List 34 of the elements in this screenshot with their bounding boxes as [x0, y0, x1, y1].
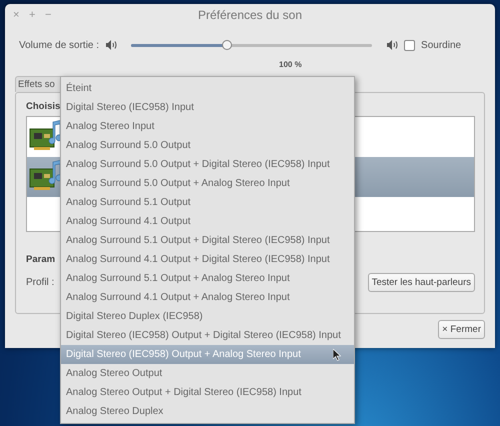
- menu-item[interactable]: Analog Surround 5.1 Output: [61, 193, 354, 212]
- volume-label: Volume de sortie :: [19, 40, 100, 50]
- volume-mark: 100 %: [279, 60, 302, 69]
- menu-item[interactable]: Analog Stereo Input: [61, 117, 354, 136]
- section-heading: Param: [26, 254, 56, 265]
- window-control[interactable]: ×: [13, 9, 29, 21]
- window-control[interactable]: −: [45, 9, 61, 21]
- menu-item[interactable]: Digital Stereo (IEC958) Output + Analog Stereo Input: [61, 345, 354, 364]
- menu-item[interactable]: Analog Surround 5.1 Output + Analog Stereo Input: [61, 269, 354, 288]
- profile-label: Profil :: [26, 277, 54, 288]
- mute-label: Sourdine: [421, 40, 462, 50]
- menu-item[interactable]: Analog Surround 4.1 Output: [61, 212, 354, 231]
- menu-item[interactable]: Digital Stereo Duplex (IEC958): [61, 307, 354, 326]
- menu-item[interactable]: Digital Stereo (IEC958) Input: [61, 98, 354, 117]
- menu-item[interactable]: Analog Surround 5.0 Output + Analog Stereo Input: [61, 174, 354, 193]
- menu-item[interactable]: Analog Surround 4.1 Output + Analog Stereo Input: [61, 288, 354, 307]
- menu-item[interactable]: Analog Stereo Output + Digital Stereo (IEC958) Input: [61, 383, 354, 402]
- window-title: Préférences du son: [196, 8, 304, 22]
- close-button[interactable]: × Fermer: [438, 320, 485, 339]
- window-control[interactable]: +: [29, 9, 45, 21]
- menu-item[interactable]: Digital Stereo (IEC958) Output + Digital Stereo (IEC958) Input: [61, 326, 354, 345]
- slider-thumb[interactable]: [222, 40, 232, 50]
- menu-item[interactable]: Analog Surround 4.1 Output + Digital Stereo (IEC958) Input: [61, 250, 354, 269]
- menu-item[interactable]: Analog Surround 5.0 Output: [61, 136, 354, 155]
- menu-item[interactable]: Analog Stereo Duplex: [61, 402, 354, 421]
- menu-item[interactable]: Analog Surround 5.1 Output + Digital Stereo (IEC958) Input: [61, 231, 354, 250]
- mouse-cursor-icon: [333, 349, 341, 361]
- section-heading: Choisis: [26, 101, 60, 112]
- test-speakers-button[interactable]: Tester les haut-parleurs: [368, 273, 475, 292]
- speaker-icon: [386, 40, 398, 50]
- mute-checkbox[interactable]: [404, 40, 416, 50]
- menu-item[interactable]: Analog Stereo Output: [61, 364, 354, 383]
- menu-item[interactable]: Analog Surround 5.0 Output + Digital Stereo (IEC958) Input: [61, 155, 354, 174]
- speaker-icon: [105, 40, 118, 50]
